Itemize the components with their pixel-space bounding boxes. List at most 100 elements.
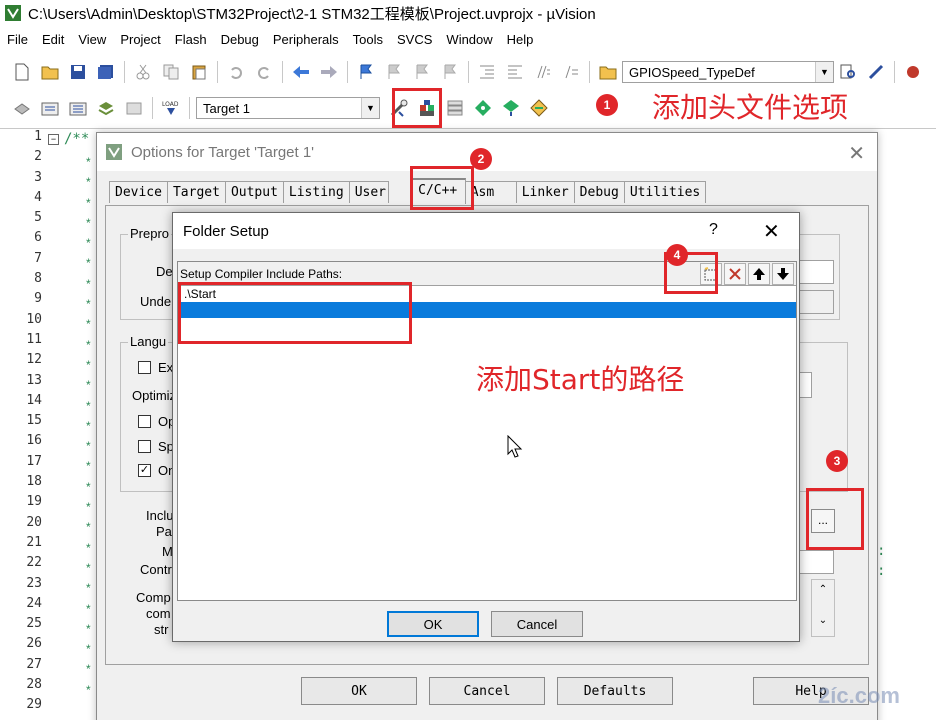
menu-bar: File Edit View Project Flash Debug Perip… xyxy=(0,28,936,50)
tab-utilities[interactable]: Utilities xyxy=(623,181,707,203)
move-down-icon[interactable] xyxy=(772,263,794,285)
menu-flash[interactable]: Flash xyxy=(168,32,214,47)
indent-icon[interactable] xyxy=(476,61,498,83)
window-title: C:\Users\Admin\Desktop\STM32Project\2-1 … xyxy=(28,5,596,23)
menu-debug[interactable]: Debug xyxy=(214,32,266,47)
folder-cancel-button[interactable]: Cancel xyxy=(491,611,583,637)
move-up-icon[interactable] xyxy=(748,263,770,285)
save-all-icon[interactable] xyxy=(95,61,117,83)
misc-controls-field[interactable] xyxy=(796,550,834,574)
download-icon[interactable]: LOAD xyxy=(160,97,182,119)
comment-icon[interactable] xyxy=(532,61,554,83)
undo-icon[interactable] xyxy=(225,61,247,83)
chevron-down-icon[interactable]: ▼ xyxy=(815,62,833,82)
find-in-files-icon[interactable] xyxy=(597,61,619,83)
one-elf-checkbox[interactable]: ✓ xyxy=(138,464,151,477)
annotation-path-text: 添加Start的路径 xyxy=(476,363,685,396)
build-icon[interactable] xyxy=(39,97,61,119)
close-icon[interactable]: ✕ xyxy=(763,219,780,244)
cut-icon[interactable] xyxy=(132,61,154,83)
line-number: 13 xyxy=(26,372,42,388)
optimize-time-checkbox[interactable] xyxy=(138,415,151,428)
bookmark-icon[interactable] xyxy=(355,61,377,83)
menu-edit[interactable]: Edit xyxy=(35,32,71,47)
stop-build-icon[interactable] xyxy=(123,97,145,119)
line-number: 14 xyxy=(26,392,42,408)
annotation-box-options xyxy=(392,88,442,128)
folder-setup-title: Folder Setup xyxy=(183,222,269,240)
menu-project[interactable]: Project xyxy=(113,32,167,47)
tab-listing[interactable]: Listing xyxy=(282,181,350,203)
translate-icon[interactable] xyxy=(11,97,33,119)
help-icon[interactable]: ? xyxy=(709,221,718,239)
target-select[interactable]: Target 1 ▼ xyxy=(196,97,380,119)
scroll-up-icon[interactable]: ⌃ xyxy=(812,584,834,595)
line-number: 5 xyxy=(34,210,42,226)
debug-session-icon[interactable] xyxy=(865,61,887,83)
copy-icon[interactable] xyxy=(160,61,182,83)
scroll-down-icon[interactable]: ⌄ xyxy=(812,615,834,626)
redo-icon[interactable] xyxy=(253,61,275,83)
menu-peripherals[interactable]: Peripherals xyxy=(266,32,346,47)
chevron-down-icon[interactable]: ▼ xyxy=(361,98,379,118)
ok-button[interactable]: OK xyxy=(301,677,417,705)
software-packs-icon[interactable] xyxy=(528,97,550,119)
open-folder-icon[interactable] xyxy=(39,61,61,83)
delete-icon[interactable] xyxy=(724,263,746,285)
toolbar-separator xyxy=(217,61,218,83)
split-sections-checkbox[interactable] xyxy=(138,440,151,453)
line-number: 8 xyxy=(34,271,42,287)
undefine-field[interactable] xyxy=(796,290,834,314)
folder-ok-button[interactable]: OK xyxy=(387,611,479,637)
compiler-string-scrollbar[interactable]: ⌃ ⌄ xyxy=(811,579,835,637)
tab-linker[interactable]: Linker xyxy=(515,181,575,203)
tab-output[interactable]: Output xyxy=(224,181,284,203)
tab-user[interactable]: User xyxy=(348,181,389,203)
watermark-logo: 2íc.com xyxy=(818,683,900,708)
manage-rte-icon[interactable] xyxy=(472,97,494,119)
menu-view[interactable]: View xyxy=(71,32,113,47)
menu-tools[interactable]: Tools xyxy=(346,32,390,47)
defaults-button[interactable]: Defaults xyxy=(557,677,673,705)
menu-svcs[interactable]: SVCS xyxy=(390,32,439,47)
undefine-label: Unde xyxy=(140,294,172,309)
line-number: 6 xyxy=(34,230,42,246)
unindent-icon[interactable] xyxy=(504,61,526,83)
stop-icon[interactable] xyxy=(902,61,924,83)
uvision-app-icon xyxy=(106,144,122,160)
toolbar-separator xyxy=(468,61,469,83)
execute-only-checkbox[interactable] xyxy=(138,361,151,374)
find-icon[interactable] xyxy=(837,61,859,83)
line-number: 20 xyxy=(26,514,42,530)
tab-target[interactable]: Target xyxy=(166,181,226,203)
rebuild-icon[interactable] xyxy=(67,97,89,119)
pack-installer-icon[interactable] xyxy=(500,97,522,119)
line-number: 4 xyxy=(34,189,42,205)
close-icon[interactable]: ✕ xyxy=(848,141,865,166)
cancel-button[interactable]: Cancel xyxy=(429,677,545,705)
line-number: 9 xyxy=(34,291,42,307)
find-combo[interactable]: GPIOSpeed_TypeDef ▼ xyxy=(622,61,834,83)
prev-bookmark-icon[interactable] xyxy=(383,61,405,83)
menu-window[interactable]: Window xyxy=(439,32,499,47)
menu-help[interactable]: Help xyxy=(500,32,541,47)
clear-bookmarks-icon[interactable] xyxy=(439,61,461,83)
menu-file[interactable]: File xyxy=(0,32,35,47)
save-icon[interactable] xyxy=(67,61,89,83)
new-file-icon[interactable] xyxy=(11,61,33,83)
mouse-cursor-icon xyxy=(507,435,523,458)
nav-back-icon[interactable] xyxy=(290,61,312,83)
comment-margin: * * * * * * * * * * * * * * * * * * * * * * * * * * * xyxy=(86,155,91,697)
batch-build-icon[interactable] xyxy=(95,97,117,119)
fold-toggle-icon[interactable]: − xyxy=(48,134,59,145)
paste-icon[interactable] xyxy=(188,61,210,83)
define-field[interactable] xyxy=(796,260,834,284)
options-dialog-title: Options for Target 'Target 1' xyxy=(131,143,315,161)
target-select-value: Target 1 xyxy=(203,100,250,116)
next-bookmark-icon[interactable] xyxy=(411,61,433,83)
nav-forward-icon[interactable] xyxy=(318,61,340,83)
tab-debug[interactable]: Debug xyxy=(573,181,625,203)
uncomment-icon[interactable] xyxy=(560,61,582,83)
tab-device[interactable]: Device xyxy=(109,181,168,203)
select-packs-icon[interactable] xyxy=(444,97,466,119)
